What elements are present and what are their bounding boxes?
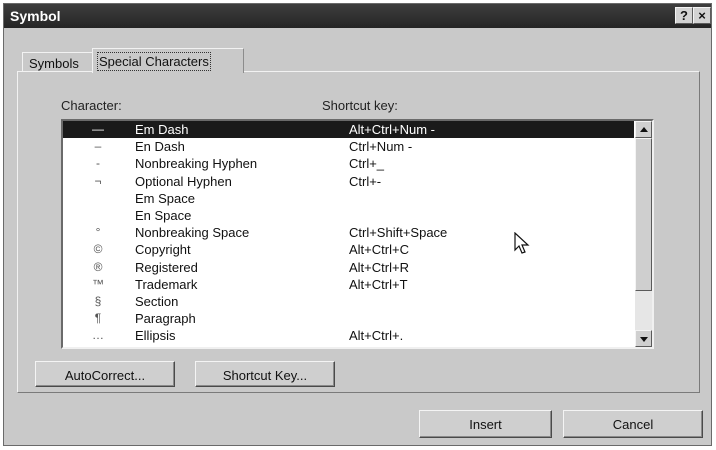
character-glyph: ¬ xyxy=(94,174,102,188)
character-name: Copyright xyxy=(135,242,191,257)
arrow-up-icon xyxy=(640,127,648,132)
character-name: Paragraph xyxy=(135,311,196,326)
list-item[interactable]: Em Space xyxy=(63,190,634,207)
character-glyph: ™ xyxy=(92,277,104,291)
arrow-down-icon xyxy=(640,337,648,342)
character-glyph: ° xyxy=(95,225,101,239)
insert-button[interactable]: Insert xyxy=(419,410,552,438)
tab-symbols-label: Symbols xyxy=(29,56,79,71)
character-name: Em Dash xyxy=(135,122,189,137)
close-button[interactable]: × xyxy=(693,7,711,24)
character-glyph: – xyxy=(94,139,102,153)
autocorrect-button-label: AutoCorrect... xyxy=(64,368,146,383)
list-item[interactable]: ¶ Paragraph xyxy=(63,310,634,327)
list-item[interactable]: ° Nonbreaking Space Ctrl+Shift+Space xyxy=(63,224,634,241)
shortcut-key: Alt+Ctrl+T xyxy=(349,277,408,292)
shortcut-key: Alt+Ctrl+R xyxy=(349,260,409,275)
character-glyph: © xyxy=(93,242,103,256)
character-name: Registered xyxy=(135,260,198,275)
character-column-header: Character: xyxy=(61,98,122,113)
scroll-down-button[interactable] xyxy=(635,330,652,347)
list-item[interactable]: ® Registered Alt+Ctrl+R xyxy=(63,259,634,276)
special-characters-list[interactable]: — Em Dash Alt+Ctrl+Num - – En Dash Ctrl+Num -… xyxy=(61,119,654,349)
tab-special-characters[interactable]: Special Characters xyxy=(92,48,244,73)
vertical-scrollbar[interactable] xyxy=(635,121,652,347)
character-glyph: ® xyxy=(93,260,103,274)
shortcut-key: Ctrl+Num - xyxy=(349,139,413,154)
shortcut-key: Ctrl+- xyxy=(349,174,382,189)
character-glyph: — xyxy=(92,122,104,136)
list-item[interactable]: - Nonbreaking Hyphen Ctrl+_ xyxy=(63,155,634,172)
character-name: Ellipsis xyxy=(135,328,176,343)
shortcut-column-header: Shortcut key: xyxy=(322,98,398,113)
list-item[interactable]: ™ Trademark Alt+Ctrl+T xyxy=(63,276,634,293)
list-item[interactable]: En Space xyxy=(63,207,634,224)
tab-special-characters-label: Special Characters xyxy=(97,52,211,71)
character-name: Trademark xyxy=(135,277,198,292)
character-name: Nonbreaking Hyphen xyxy=(135,156,258,171)
autocorrect-button[interactable]: AutoCorrect... xyxy=(35,361,175,387)
character-glyph: … xyxy=(92,328,104,342)
character-glyph: § xyxy=(94,294,102,308)
shortcut-key: Alt+Ctrl+. xyxy=(349,328,404,343)
shortcut-key: Alt+Ctrl+Num - xyxy=(349,122,435,137)
window-title: Symbol xyxy=(10,8,61,24)
help-button[interactable]: ? xyxy=(675,7,693,24)
cancel-button[interactable]: Cancel xyxy=(563,410,703,438)
insert-button-label: Insert xyxy=(469,417,502,432)
character-glyph: ¶ xyxy=(94,311,102,325)
shortcut-key: Ctrl+_ xyxy=(349,156,385,171)
list-item[interactable]: ¬ Optional Hyphen Ctrl+- xyxy=(63,173,634,190)
title-bar: Symbol ? × xyxy=(4,4,711,28)
character-name: Em Space xyxy=(135,191,195,206)
character-name: Nonbreaking Space xyxy=(135,225,250,240)
shortcut-key-button-label: Shortcut Key... xyxy=(222,368,308,383)
list-item[interactable]: … Ellipsis Alt+Ctrl+. xyxy=(63,327,634,344)
scroll-up-button[interactable] xyxy=(635,121,652,138)
shortcut-key: Alt+Ctrl+C xyxy=(349,242,409,257)
character-name: En Dash xyxy=(135,139,185,154)
tab-symbols[interactable]: Symbols xyxy=(22,52,93,72)
character-name: Section xyxy=(135,294,179,309)
list-item[interactable]: § Section xyxy=(63,293,634,310)
character-name: En Space xyxy=(135,208,192,223)
character-name: Optional Hyphen xyxy=(135,174,232,189)
list-item[interactable]: — Em Dash Alt+Ctrl+Num - xyxy=(63,121,634,138)
mouse-pointer-icon xyxy=(514,232,530,254)
character-glyph: - xyxy=(96,156,100,170)
scroll-thumb[interactable] xyxy=(635,138,652,291)
list-item[interactable]: © Copyright Alt+Ctrl+C xyxy=(63,241,634,258)
list-item[interactable]: – En Dash Ctrl+Num - xyxy=(63,138,634,155)
shortcut-key: Ctrl+Shift+Space xyxy=(349,225,448,240)
cancel-button-label: Cancel xyxy=(612,417,654,432)
shortcut-key-button[interactable]: Shortcut Key... xyxy=(195,361,335,387)
